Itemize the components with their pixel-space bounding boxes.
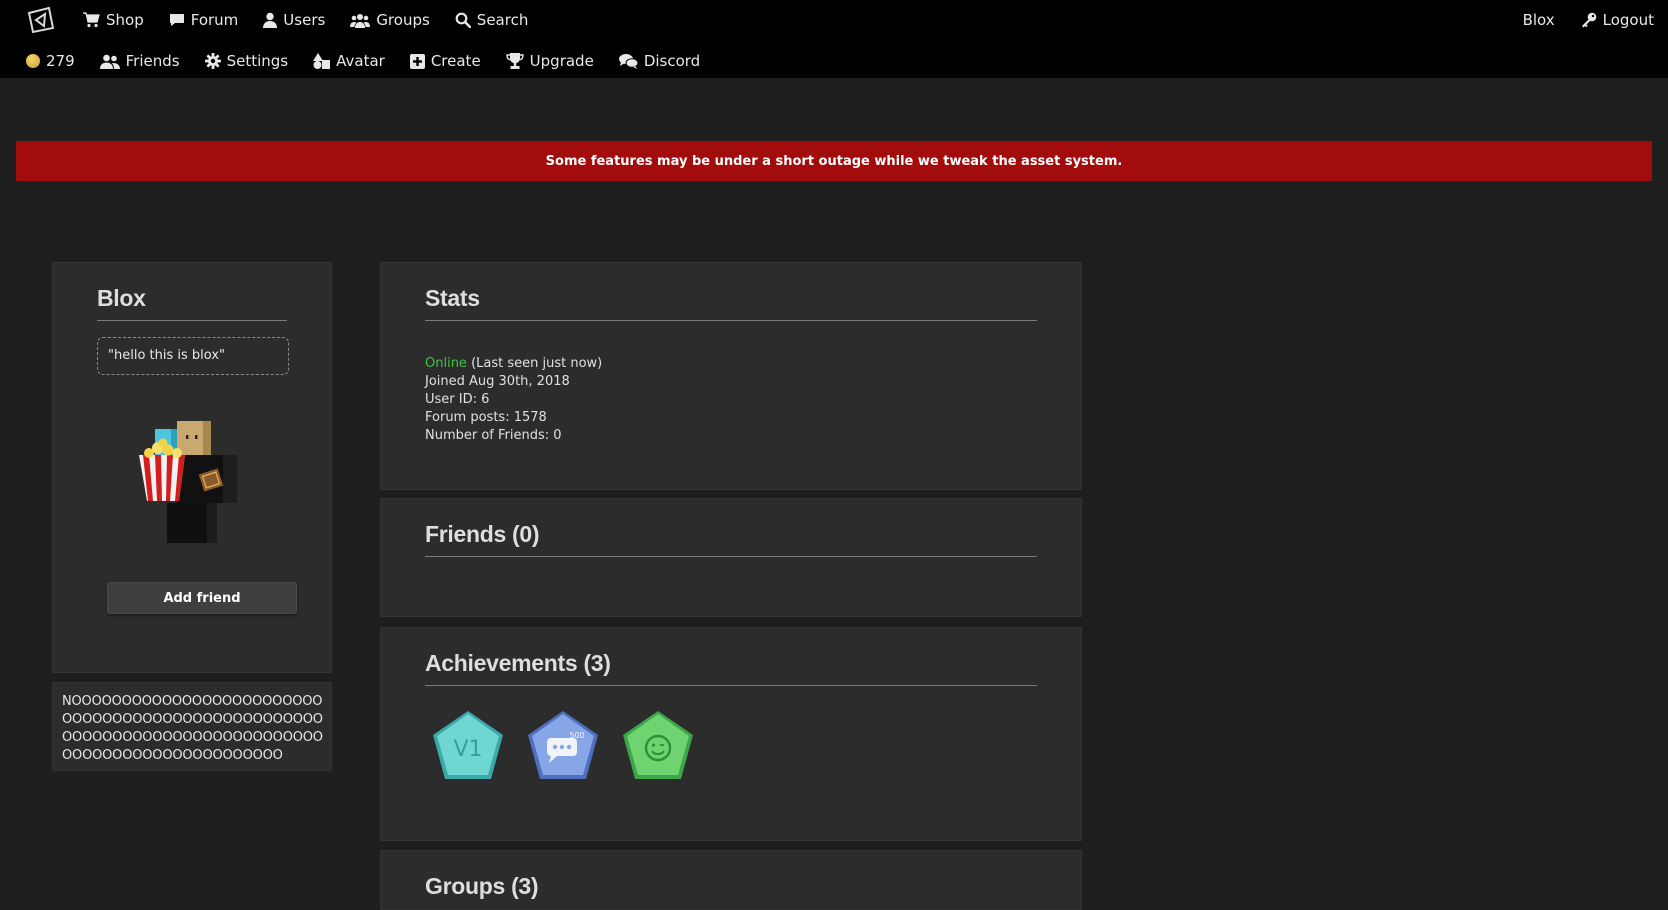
stats-card: Stats Online (Last seen just now) Joined… [380, 262, 1082, 490]
plus-square-icon [409, 53, 425, 69]
stat-user-id: User ID: 6 [425, 392, 490, 407]
nav-forum-label: Forum [190, 11, 239, 29]
stats-divider [425, 320, 1037, 321]
chat-bubbles-icon [618, 54, 638, 69]
shapes-icon [313, 53, 331, 69]
nav-logout[interactable]: Logout [1581, 11, 1654, 29]
nav-friends-label: Friends [125, 52, 180, 70]
coin-icon [26, 54, 40, 68]
nav-shop-label: Shop [106, 11, 144, 29]
nav-users-label: Users [283, 11, 326, 29]
stat-forum-posts: Forum posts: 1578 [425, 410, 547, 425]
nav-create[interactable]: Create [409, 52, 481, 70]
nav-search[interactable]: Search [455, 11, 529, 29]
achievements-title: Achievements (3) [425, 650, 611, 676]
nav-shop[interactable]: Shop [82, 11, 144, 29]
secondary-nav: 279 Friends Settings Avatar Create Upgra… [26, 43, 725, 79]
outage-alert-banner: Some features may be under a short outag… [16, 141, 1652, 181]
bio-text: NOOOOOOOOOOOOOOOOOOOOOOOOOOOOOOOOOOOOOOO… [62, 694, 323, 763]
currency-amount: 279 [46, 52, 75, 70]
nav-create-label: Create [430, 52, 481, 70]
nav-avatar-label: Avatar [336, 52, 385, 70]
badge-list: V1 500 [430, 708, 696, 784]
v1-badge-icon[interactable]: V1 [430, 708, 506, 784]
banner-text: Some features may be under a short outag… [545, 153, 1123, 169]
profile-blurb: "hello this is blox" [97, 337, 289, 375]
nav-groups-label: Groups [376, 11, 430, 29]
friends-card: Friends (0) [380, 498, 1082, 617]
stats-list: Online (Last seen just now) Joined Aug 3… [425, 355, 602, 445]
friends-title: Friends (0) [425, 521, 540, 547]
nav-friends[interactable]: Friends [99, 52, 180, 70]
nav-upgrade-label: Upgrade [529, 52, 594, 70]
online-status: Online [425, 356, 467, 371]
friends-divider [425, 556, 1037, 557]
nav-groups[interactable]: Groups [350, 11, 430, 29]
nav-discord-label: Discord [643, 52, 701, 70]
achievements-divider [425, 685, 1037, 686]
primary-nav: Shop Forum Users Groups Search [26, 2, 553, 38]
gear-icon [204, 53, 221, 69]
cart-icon [83, 12, 100, 28]
site-logo-icon[interactable] [26, 5, 56, 35]
forum-badge-count: 500 [569, 731, 584, 740]
nav-upgrade[interactable]: Upgrade [505, 52, 594, 70]
v1-badge-text: V1 [453, 737, 482, 762]
nav-username: Blox [1522, 11, 1555, 29]
nav-logout-label: Logout [1602, 11, 1654, 29]
friends-icon [99, 54, 120, 69]
key-icon [1581, 12, 1596, 28]
stat-joined: Joined Aug 30th, 2018 [425, 374, 570, 389]
profile-card: Blox "hello this is blox" Add friend [52, 262, 332, 673]
stat-status: Online (Last seen just now) [425, 355, 602, 373]
groups-title: Groups (3) [425, 873, 539, 899]
nav-discord[interactable]: Discord [618, 52, 701, 70]
avatar-image [139, 421, 237, 543]
nav-forum[interactable]: Forum [169, 11, 239, 29]
nav-profile-link[interactable]: Blox [1523, 11, 1555, 29]
achievements-card: Achievements (3) V1 500 [380, 627, 1082, 841]
profile-name: Blox [97, 285, 146, 311]
nav-currency[interactable]: 279 [26, 52, 75, 70]
nav-settings[interactable]: Settings [204, 52, 289, 70]
account-nav: Blox Logout [1497, 2, 1654, 38]
smile-badge-icon[interactable] [620, 708, 696, 784]
stats-title: Stats [425, 285, 480, 311]
search-icon [455, 12, 471, 28]
comment-icon [169, 14, 184, 26]
groups-card: Groups (3) [380, 850, 1082, 910]
profile-divider [97, 320, 287, 321]
trophy-icon [505, 53, 524, 69]
bio-card: NOOOOOOOOOOOOOOOOOOOOOOOOOOOOOOOOOOOOOOO… [52, 682, 332, 771]
last-seen: (Last seen just now) [466, 356, 603, 371]
nav-search-label: Search [476, 11, 529, 29]
forum-500-badge-icon[interactable]: 500 [525, 708, 601, 784]
top-navbar: Shop Forum Users Groups Search 279 Frien… [0, 0, 1668, 78]
nav-users[interactable]: Users [263, 11, 325, 29]
users-icon [350, 13, 371, 28]
stat-friends-count: Number of Friends: 0 [425, 428, 562, 443]
add-friend-button[interactable]: Add friend [107, 582, 297, 614]
nav-avatar[interactable]: Avatar [313, 52, 385, 70]
user-icon [263, 12, 278, 28]
nav-settings-label: Settings [226, 52, 289, 70]
